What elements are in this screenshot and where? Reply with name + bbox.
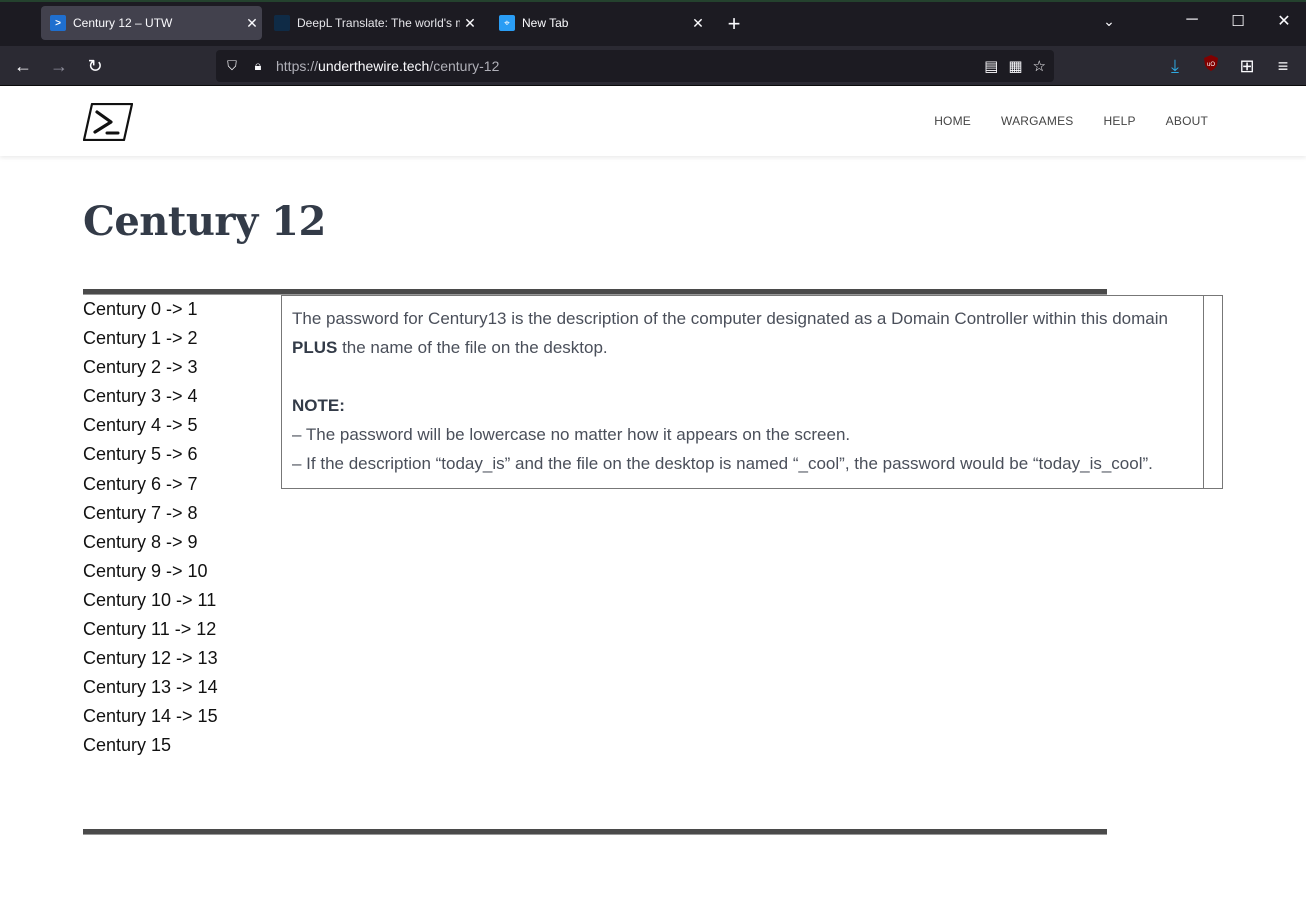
- level-link[interactable]: Century 4 -> 5: [83, 412, 273, 441]
- levels-list: Century 0 -> 1 Century 1 -> 2 Century 2 …: [83, 296, 273, 762]
- powershell-icon: >: [50, 15, 66, 31]
- level-link[interactable]: Century 13 -> 14: [83, 674, 273, 703]
- tab-century-12[interactable]: > Century 12 – UTW ✕: [41, 6, 262, 40]
- downloads-icon[interactable]: ⤓: [1163, 54, 1187, 78]
- tab-deepl[interactable]: DeepL Translate: The world's most accura…: [265, 6, 480, 40]
- note-label-text: NOTE:: [292, 396, 345, 415]
- level-link[interactable]: Century 10 -> 11: [83, 587, 273, 616]
- minimize-window-icon[interactable]: ─: [1180, 11, 1204, 29]
- back-arrow-icon[interactable]: ←: [11, 54, 35, 78]
- bottom-divider: [83, 829, 1107, 835]
- level-link[interactable]: Century 0 -> 1: [83, 296, 273, 325]
- reload-icon[interactable]: ↻: [83, 54, 107, 78]
- extensions-icon[interactable]: ⊞: [1235, 54, 1259, 78]
- tab-title: Century 12 – UTW: [73, 16, 173, 30]
- tracking-shield-icon[interactable]: ⛉: [222, 58, 242, 74]
- new-tab-plus-icon[interactable]: +: [722, 11, 746, 37]
- level-description-cell: The password for Century13 is the descri…: [282, 296, 1204, 488]
- description-emphasis: PLUS: [292, 338, 338, 357]
- description-text-end: the name of the file on the desktop.: [337, 338, 608, 357]
- level-link[interactable]: Century 15: [83, 732, 273, 761]
- page-title: Century 12: [83, 198, 326, 245]
- tab-bar-accent: [0, 0, 1306, 2]
- level-link[interactable]: Century 7 -> 8: [83, 500, 273, 529]
- forward-arrow-icon[interactable]: →: [47, 54, 71, 78]
- note-label: NOTE:: [292, 391, 1193, 420]
- level-link[interactable]: Century 3 -> 4: [83, 383, 273, 412]
- close-icon[interactable]: ✕: [688, 15, 708, 32]
- tab-new-tab[interactable]: ⌖ New Tab ✕: [490, 6, 708, 40]
- level-link[interactable]: Century 6 -> 7: [83, 471, 273, 500]
- level-link[interactable]: Century 1 -> 2: [83, 325, 273, 354]
- nav-about[interactable]: ABOUT: [1166, 114, 1208, 128]
- powershell-logo-icon[interactable]: [83, 103, 133, 141]
- note-item: – If the description “today_is” and the …: [292, 454, 1153, 473]
- level-description-table: The password for Century13 is the descri…: [281, 295, 1223, 489]
- level-link[interactable]: Century 5 -> 6: [83, 441, 273, 470]
- close-icon[interactable]: ✕: [460, 15, 480, 32]
- nav-wargames[interactable]: WARGAMES: [1001, 114, 1074, 128]
- level-link[interactable]: Century 2 -> 3: [83, 354, 273, 383]
- tab-title: New Tab: [522, 16, 569, 30]
- lock-icon[interactable]: 🔒︎: [248, 58, 268, 74]
- level-link[interactable]: Century 14 -> 15: [83, 703, 273, 732]
- firefox-newtab-icon: ⌖: [499, 15, 515, 31]
- level-link[interactable]: Century 11 -> 12: [83, 616, 273, 645]
- close-icon[interactable]: ✕: [242, 15, 262, 32]
- close-window-icon[interactable]: ✕: [1272, 11, 1296, 31]
- url-path: /century-12: [429, 58, 500, 74]
- browser-nav-bar: ← → ↻ ⛉ 🔒︎ https://underthewire.tech/cen…: [0, 46, 1306, 86]
- description-paragraph: The password for Century13 is the descri…: [292, 304, 1193, 362]
- url-scheme: https://: [276, 58, 319, 74]
- url-host: underthewire.tech: [318, 58, 430, 74]
- url-text[interactable]: https://underthewire.tech/century-12: [276, 58, 984, 74]
- deepl-icon: [274, 15, 290, 31]
- maximize-window-icon[interactable]: ☐: [1226, 12, 1250, 30]
- reader-view-icon[interactable]: ▤: [984, 57, 998, 75]
- list-all-tabs-chevron-icon[interactable]: ⌄: [1098, 13, 1120, 30]
- level-link[interactable]: Century 8 -> 9: [83, 529, 273, 558]
- note-item: – The password will be lowercase no matt…: [292, 425, 851, 444]
- browser-tab-bar: > Century 12 – UTW ✕ DeepL Translate: Th…: [0, 0, 1306, 46]
- nav-home[interactable]: HOME: [934, 114, 971, 128]
- qr-code-icon[interactable]: ▦: [1008, 57, 1022, 75]
- site-header: HOME WARGAMES HELP ABOUT: [0, 86, 1306, 156]
- address-bar[interactable]: ⛉ 🔒︎ https://underthewire.tech/century-1…: [216, 50, 1054, 82]
- svg-text:uO: uO: [1207, 62, 1215, 68]
- bookmark-star-icon[interactable]: ☆: [1033, 57, 1046, 75]
- level-link[interactable]: Century 12 -> 13: [83, 645, 273, 674]
- tab-title: DeepL Translate: The world's most accura…: [297, 16, 460, 30]
- app-menu-hamburger-icon[interactable]: ≡: [1271, 54, 1295, 78]
- site-nav: HOME WARGAMES HELP ABOUT: [934, 86, 1208, 156]
- ublock-origin-icon[interactable]: uO: [1199, 54, 1223, 78]
- description-text: The password for Century13 is the descri…: [292, 309, 1168, 328]
- nav-help[interactable]: HELP: [1104, 114, 1136, 128]
- level-link[interactable]: Century 9 -> 10: [83, 558, 273, 587]
